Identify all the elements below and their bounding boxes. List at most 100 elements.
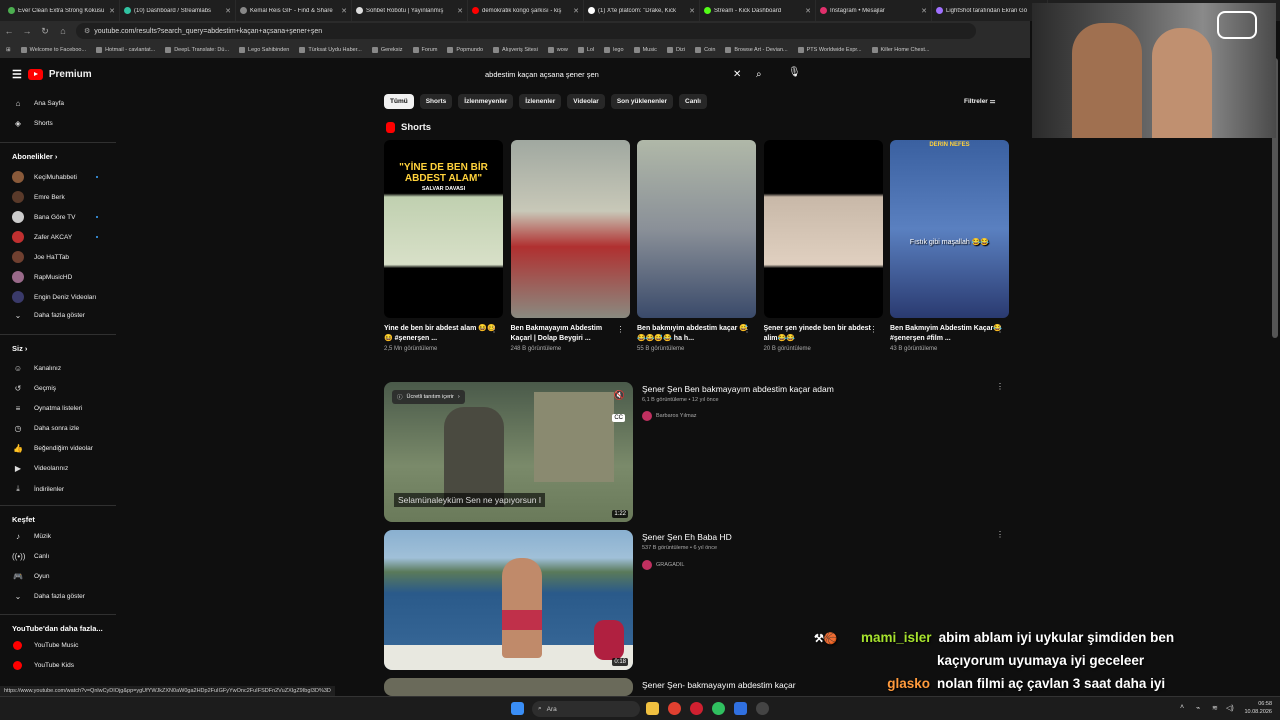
video-title-2[interactable]: Şener Şen Eh Baba HD — [642, 532, 732, 542]
sidebar-item[interactable]: 👍 Beğendiğim videolar — [12, 444, 93, 453]
bookmark-item[interactable]: Alışveriş Sitesi — [493, 46, 538, 53]
sidebar-item[interactable]: YouTube Kids — [12, 661, 74, 670]
more-options-icon[interactable]: ⋮ — [996, 530, 1004, 539]
volume-icon[interactable]: ◁) — [1226, 704, 1234, 712]
clock[interactable]: 06:58 10.08.2026 — [1244, 700, 1272, 716]
browser-tab[interactable]: demokratik kongo şarkısı - kiş ✕ — [468, 0, 584, 21]
mute-icon[interactable]: 🔇 — [614, 390, 625, 401]
search-icon[interactable]: ⌕ — [756, 69, 762, 80]
filter-chip[interactable]: Shorts — [419, 94, 453, 109]
sidebar-item[interactable]: ↺ Geçmiş — [12, 384, 56, 393]
sidebar-item[interactable]: ▶ Videolarınız — [12, 464, 68, 473]
bookmark-item[interactable]: Browse Art - Devian... — [725, 46, 788, 53]
sidebar-item[interactable]: Bana Göre TV — [12, 211, 98, 223]
browser-tab[interactable]: Instagram • Mesajlar ✕ — [816, 0, 932, 21]
bookmark-item[interactable]: Lego Sahibinden — [239, 46, 289, 53]
sidebar-item[interactable]: RapMusicHD — [12, 271, 72, 283]
short-title[interactable]: Ben Bakmayayım Abdestim Kaçarl | Dolap B… — [511, 324, 623, 344]
taskbar-search[interactable]: ⌕ Ara — [532, 701, 640, 717]
bookmark-item[interactable]: Dizi — [666, 46, 685, 53]
chevron-up-icon[interactable]: ˄ — [1180, 704, 1184, 711]
bookmark-item[interactable]: Killer Home Chest... — [871, 46, 929, 53]
sidebar-item[interactable]: KeçiMuhabbeti — [12, 171, 98, 183]
bookmark-item[interactable]: Türksat Uydu Haber... — [299, 46, 362, 53]
close-tab-icon[interactable]: ✕ — [457, 7, 463, 15]
short-title[interactable]: Yine de ben bir abdest alam 😆🥴😆 #şenerşe… — [384, 324, 496, 344]
short-title[interactable]: Ben bakmıyim abdestim kaçar 😅😂😂😅😂 ha h..… — [637, 324, 749, 344]
obs-icon[interactable] — [756, 702, 769, 715]
sidebar-item[interactable]: Emre Berk — [12, 191, 65, 203]
short-thumbnail[interactable] — [763, 140, 883, 318]
sidebar-item[interactable]: ((•)) Canlı — [12, 552, 49, 561]
filter-chip[interactable]: Tümü — [384, 94, 414, 109]
chrome-icon[interactable] — [668, 702, 681, 715]
menu-icon[interactable]: ☰ — [12, 68, 22, 81]
browser-tab[interactable]: Kemal Reis GIF - Find & Share ✕ — [236, 0, 352, 21]
sidebar-item[interactable]: Zafer AKCAY — [12, 231, 98, 243]
forward-icon[interactable]: → — [18, 26, 36, 36]
video-thumbnail-3[interactable] — [384, 678, 633, 696]
browser-tab[interactable]: Ever Clean Extra Strong Kokusu ✕ — [4, 0, 120, 21]
sidebar-item[interactable]: ☺ Kanalınız — [12, 364, 61, 373]
filter-chip[interactable]: Canlı — [679, 94, 707, 109]
bookmark-item[interactable]: Forum — [412, 46, 437, 53]
cc-icon[interactable]: CC — [612, 414, 625, 422]
home-browser-icon[interactable]: ⌂ — [54, 26, 72, 36]
sidebar-item[interactable]: YouTube Music — [12, 641, 78, 650]
youtube-logo[interactable]: ☰ Premium — [12, 68, 92, 81]
close-tab-icon[interactable]: ✕ — [225, 7, 231, 15]
bookmark-item[interactable]: Hotmail - cavlantat... — [96, 46, 155, 53]
short-thumbnail[interactable]: "YİNE DE BEN BİR ABDEST ALAM" SALVAR DAVA… — [384, 140, 503, 318]
sidebar-item[interactable]: ≡ Oynatma listeleri — [12, 404, 83, 413]
more-options-icon[interactable]: ⋮ — [870, 325, 878, 334]
video-channel-1[interactable]: Barbaros Yılmaz — [642, 411, 697, 421]
network-icon[interactable]: ⌁ — [1196, 704, 1200, 712]
sidebar-item[interactable]: 🎮 Oyun — [12, 572, 50, 581]
bookmark-item[interactable]: Lol — [577, 46, 594, 53]
clear-icon[interactable]: ✕ — [733, 69, 741, 80]
bookmark-item[interactable]: DeepL Translate: Dü... — [165, 46, 229, 53]
more-options-icon[interactable]: ⋮ — [743, 325, 751, 334]
start-icon[interactable] — [511, 702, 524, 715]
close-tab-icon[interactable]: ✕ — [341, 7, 347, 15]
close-tab-icon[interactable]: ✕ — [109, 7, 115, 15]
browser-tab[interactable]: Sohbet Robotu | Yayınlanmış ✕ — [352, 0, 468, 21]
sidebar-item[interactable]: ⌄ Daha fazla göster — [12, 311, 85, 320]
search-box[interactable]: abdestim kaçan açsana şener şen ✕ ⌕ — [475, 64, 775, 84]
video-channel-2[interactable]: GRAGADIL — [642, 560, 684, 570]
section-header-subscriptions[interactable]: Abonelikler › — [12, 152, 57, 161]
browser-tab[interactable]: (10) Dashboard / Streamlabs ✕ — [120, 0, 236, 21]
sidebar-item[interactable]: Joe HaTTab — [12, 251, 69, 263]
file-explorer-icon[interactable] — [646, 702, 659, 715]
section-header-you[interactable]: Siz › — [12, 344, 27, 353]
short-thumbnail[interactable] — [637, 140, 756, 318]
paid-promotion-chip[interactable]: ⓘ Ücretli tanıtım içerir › — [392, 390, 465, 404]
close-tab-icon[interactable]: ✕ — [921, 7, 927, 15]
more-options-icon[interactable]: ⋮ — [996, 382, 1004, 391]
sidebar-item[interactable]: ♪ Müzik — [12, 532, 51, 541]
more-options-icon[interactable]: ⋮ — [490, 325, 498, 334]
search-input[interactable]: abdestim kaçan açsana şener şen — [485, 70, 599, 79]
browser-tab[interactable]: LightShot tarafından Ekran Gö✕ — [932, 0, 1048, 21]
sidebar-item[interactable]: ⤓ İndirilenler — [12, 484, 64, 494]
sidebar-item[interactable]: Engin Deniz Videoları — [12, 291, 96, 303]
more-options-icon[interactable]: ⋮ — [996, 325, 1004, 334]
filter-chip[interactable]: İzlenmeyenler — [458, 94, 514, 109]
browser-tab[interactable]: Stream - Kick Dashboard ✕ — [700, 0, 816, 21]
wifi-icon[interactable]: ≋ — [1212, 704, 1218, 712]
back-icon[interactable]: ← — [0, 26, 18, 36]
close-tab-icon[interactable]: ✕ — [573, 7, 579, 15]
bookmark-item[interactable]: PTS Worldwide Expr... — [797, 46, 862, 53]
app-icon[interactable] — [734, 702, 747, 715]
bookmark-item[interactable]: Music — [633, 46, 657, 53]
bookmark-item[interactable]: lego — [604, 46, 624, 53]
video-title-1[interactable]: Şener Şen Ben bakmayayım abdestim kaçar … — [642, 384, 834, 394]
video-title-3[interactable]: Şener Şen- bakmayayım abdestim kaçar — [642, 680, 796, 690]
opera-icon[interactable] — [690, 702, 703, 715]
sidebar-item[interactable]: ◷ Daha sonra izle — [12, 424, 80, 433]
bookmark-item[interactable]: Gereksiz — [371, 46, 403, 53]
more-options-icon[interactable]: ⋮ — [617, 325, 625, 334]
filter-chip[interactable]: Videolar — [567, 94, 605, 109]
filters-button[interactable]: Filtreler ⚌ — [964, 97, 995, 105]
bookmark-item[interactable]: wow — [547, 46, 568, 53]
